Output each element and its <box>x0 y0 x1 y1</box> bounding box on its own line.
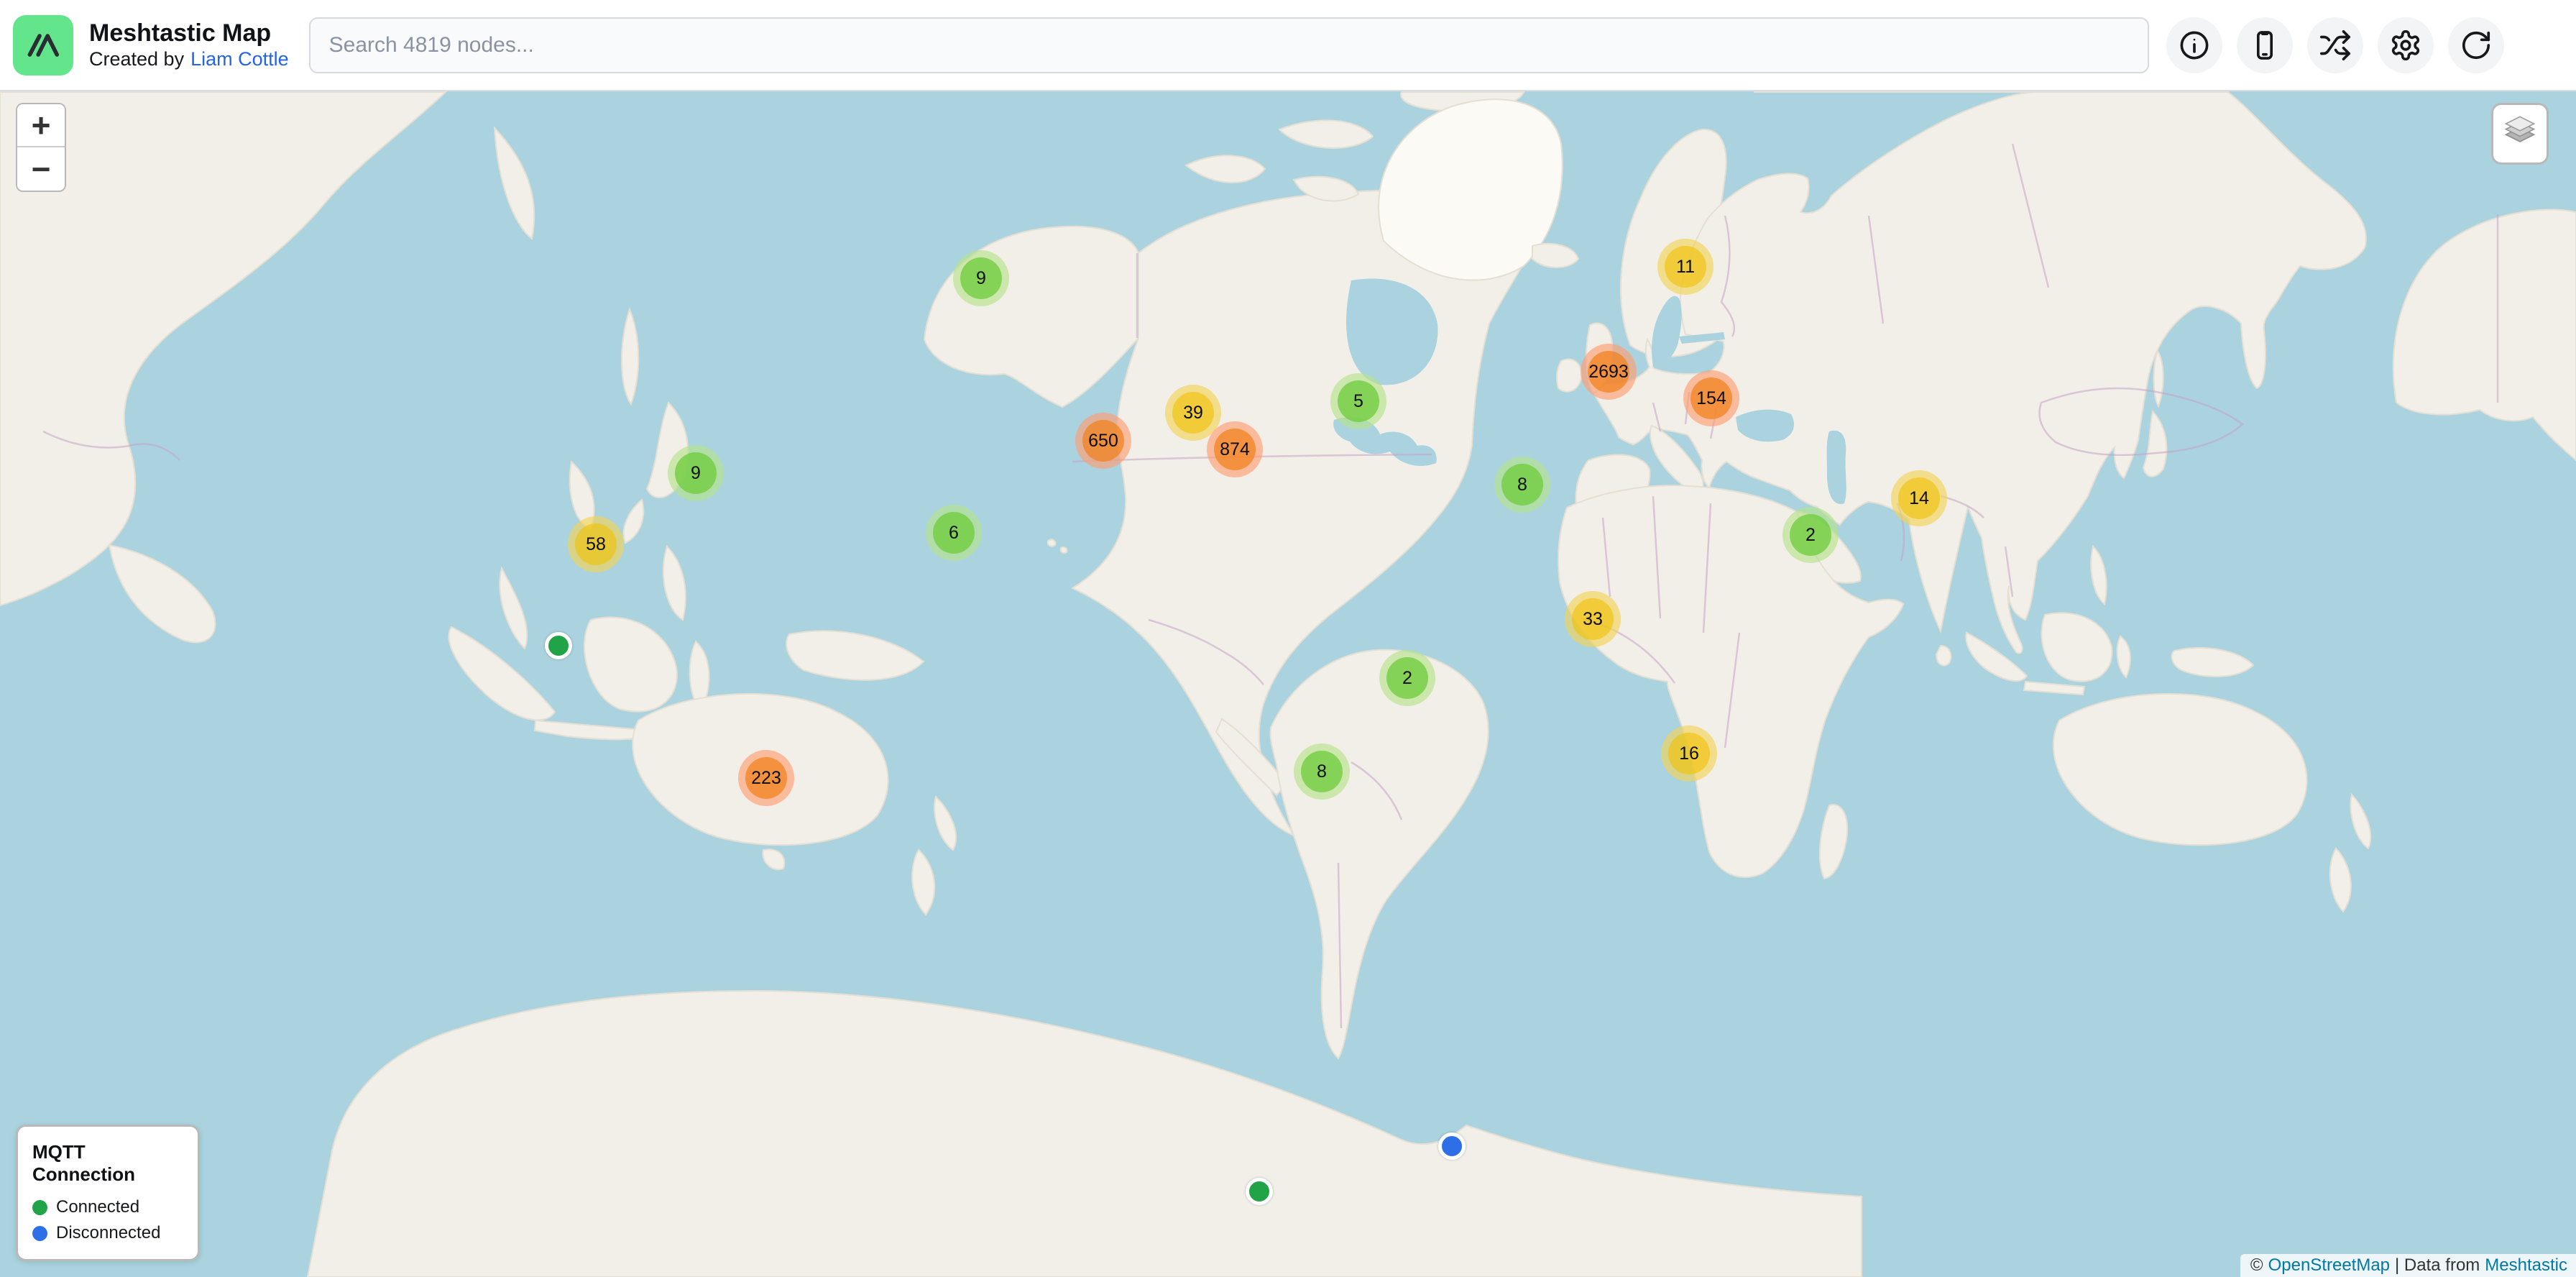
osm-attribution-link[interactable]: OpenStreetMap <box>2268 1255 2390 1276</box>
legend-label: Connected <box>56 1197 139 1217</box>
cluster-count: 5 <box>1338 380 1379 422</box>
cluster-count: 9 <box>960 257 1002 299</box>
cluster-count: 39 <box>1172 392 1214 434</box>
cluster-marker[interactable]: 223 <box>738 750 794 806</box>
cluster-count: 16 <box>1668 733 1710 774</box>
cluster-marker[interactable]: 9 <box>953 250 1009 306</box>
app-header: Meshtastic Map Created by Liam Cottle <box>0 0 2576 91</box>
copyright-symbol: © <box>2250 1255 2263 1276</box>
cluster-marker[interactable]: 6 <box>926 505 982 561</box>
settings-button[interactable] <box>2378 17 2434 73</box>
node-marker-connected[interactable] <box>545 632 572 659</box>
cluster-count: 14 <box>1898 477 1940 519</box>
mqtt-legend: MQTT Connection Connected Disconnected <box>16 1125 200 1261</box>
cluster-count: 223 <box>745 757 787 799</box>
cluster-marker[interactable]: 14 <box>1891 470 1947 526</box>
zoom-control: + − <box>16 103 66 192</box>
info-icon <box>2178 29 2211 62</box>
cluster-count: 2 <box>1386 657 1428 699</box>
mobile-icon <box>2248 29 2281 62</box>
cluster-marker[interactable]: 9 <box>668 445 724 501</box>
cluster-marker[interactable]: 8 <box>1494 457 1550 513</box>
header-actions <box>2166 17 2504 73</box>
refresh-icon <box>2460 29 2493 62</box>
title-block: Meshtastic Map Created by Liam Cottle <box>89 19 289 70</box>
node-marker-disconnected[interactable] <box>1438 1132 1466 1160</box>
shuffle-button[interactable] <box>2307 17 2363 73</box>
search-wrap <box>309 17 2149 73</box>
map-canvas[interactable]: 911269315439650874589142658332223816 + −… <box>0 91 2576 1277</box>
cluster-marker[interactable]: 58 <box>568 516 624 572</box>
cluster-marker[interactable]: 2 <box>1782 507 1839 563</box>
world-map <box>0 91 2576 1277</box>
legend-item: Disconnected <box>32 1223 183 1243</box>
map-attribution: © OpenStreetMap | Data from Meshtastic <box>2240 1254 2576 1277</box>
legend-dot <box>32 1200 47 1215</box>
mobile-button[interactable] <box>2237 17 2293 73</box>
meshtastic-logo-icon <box>13 15 73 75</box>
cluster-marker[interactable]: 874 <box>1207 421 1263 477</box>
layers-icon <box>2501 114 2539 155</box>
cluster-count: 650 <box>1082 420 1124 462</box>
mqtt-legend-items: Connected Disconnected <box>32 1197 183 1243</box>
cluster-count: 2693 <box>1588 351 1629 393</box>
cluster-count: 2 <box>1790 514 1831 556</box>
cluster-count: 154 <box>1690 377 1732 419</box>
cluster-count: 33 <box>1572 598 1614 640</box>
gear-icon <box>2389 29 2422 62</box>
cluster-count: 9 <box>675 452 717 494</box>
cluster-marker[interactable]: 2 <box>1379 650 1435 706</box>
node-marker-connected[interactable] <box>1246 1178 1273 1205</box>
legend-dot <box>32 1226 47 1241</box>
page-title: Meshtastic Map <box>89 19 289 47</box>
cluster-count: 8 <box>1301 751 1343 792</box>
search-input[interactable] <box>309 17 2149 73</box>
info-button[interactable] <box>2166 17 2222 73</box>
cluster-marker[interactable]: 16 <box>1661 726 1717 782</box>
cluster-count: 874 <box>1214 429 1256 470</box>
zoom-in-button[interactable]: + <box>17 104 65 147</box>
layers-control[interactable] <box>2491 103 2549 165</box>
cluster-marker[interactable]: 154 <box>1683 370 1739 426</box>
cluster-marker[interactable]: 650 <box>1075 413 1131 469</box>
mqtt-legend-title: MQTT Connection <box>32 1141 183 1186</box>
attribution-separator: | Data from <box>2395 1255 2480 1276</box>
cluster-count: 11 <box>1665 246 1706 288</box>
shuffle-icon <box>2319 29 2352 62</box>
cluster-marker[interactable]: 8 <box>1294 743 1350 800</box>
refresh-button[interactable] <box>2448 17 2504 73</box>
byline: Created by Liam Cottle <box>89 47 289 70</box>
meshtastic-map-app: { "header": { "title": "Meshtastic Map",… <box>0 0 2576 1277</box>
cluster-count: 58 <box>575 523 617 565</box>
zoom-out-button[interactable]: − <box>17 147 65 191</box>
cluster-count: 8 <box>1501 464 1543 505</box>
cluster-count: 6 <box>933 512 975 554</box>
cluster-marker[interactable]: 33 <box>1565 591 1621 647</box>
legend-item: Connected <box>32 1197 183 1217</box>
cluster-marker[interactable]: 11 <box>1657 239 1714 295</box>
byline-author-link[interactable]: Liam Cottle <box>190 47 289 70</box>
cluster-marker[interactable]: 2693 <box>1581 344 1637 400</box>
byline-prefix: Created by <box>89 47 184 70</box>
legend-label: Disconnected <box>56 1223 160 1243</box>
meshtastic-attribution-link[interactable]: Meshtastic <box>2485 1255 2567 1276</box>
cluster-marker[interactable]: 5 <box>1330 373 1386 429</box>
